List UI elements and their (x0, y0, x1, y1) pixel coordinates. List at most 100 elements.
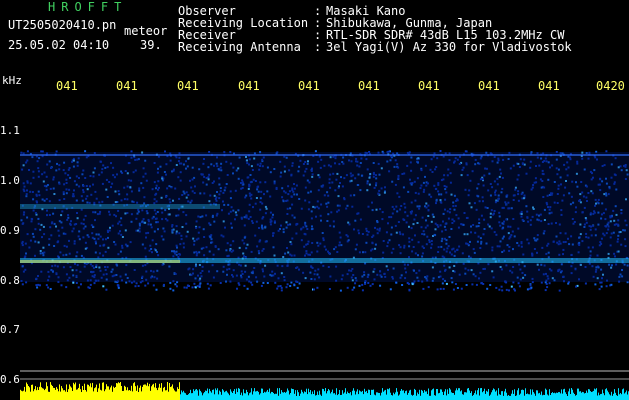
signal-level-bar (51, 384, 52, 400)
signal-level-bar (608, 392, 609, 400)
signal-level-bar (38, 390, 39, 400)
signal-level-bar (61, 386, 62, 400)
signal-level-bar (165, 390, 166, 400)
signal-level-bar (362, 390, 363, 400)
signal-level-bar (359, 390, 360, 400)
signal-level-bar (59, 384, 60, 400)
signal-level-bar (158, 387, 159, 400)
signal-level-bar (558, 392, 559, 400)
signal-level-bar (437, 389, 438, 400)
signal-level-bar (458, 388, 459, 400)
signal-level-bar (615, 392, 616, 400)
noise-speckle (411, 283, 414, 286)
signal-level-bar (344, 392, 345, 400)
signal-level-bar (496, 390, 497, 400)
signal-level-bar (89, 386, 90, 400)
signal-level-bar (284, 392, 285, 400)
signal-level-bar (506, 392, 507, 400)
signal-level-bar (373, 389, 374, 400)
signal-level-bar (307, 394, 308, 400)
signal-level-bar (217, 388, 218, 400)
signal-level-bar (94, 388, 95, 400)
signal-level-bar (470, 393, 471, 400)
signal-level-bar (252, 394, 253, 400)
signal-level-bar (380, 395, 381, 400)
signal-level-bar (292, 389, 293, 400)
signal-level-bar (505, 388, 506, 400)
noise-speckle (280, 289, 283, 292)
signal-level-bar (626, 390, 627, 400)
signal-level-bar (317, 391, 318, 400)
signal-level-bar (335, 394, 336, 400)
signal-level-bar (431, 390, 432, 400)
signal-level-bar (269, 388, 270, 400)
signal-level-bar (323, 389, 324, 400)
noise-speckle (117, 286, 120, 289)
noise-speckle (364, 282, 367, 285)
signal-level-bar (275, 393, 276, 400)
signal-level-bar (192, 393, 193, 400)
signal-level-bar (160, 387, 161, 400)
signal-level-bar (203, 393, 204, 400)
signal-level-bar (283, 392, 284, 400)
signal-level-bar (82, 386, 83, 400)
signal-level-bar (247, 392, 248, 400)
signal-level-bar (499, 394, 500, 400)
signal-level-bar (564, 388, 565, 400)
signal-level-bar (402, 390, 403, 400)
signal-level-bar (476, 394, 477, 400)
noise-speckle (251, 283, 254, 286)
signal-level-bar (549, 389, 550, 400)
signal-level-bar (289, 394, 290, 400)
signal-level-bar (118, 382, 119, 400)
signal-level-bar (388, 389, 389, 400)
signal-level-bar (321, 395, 322, 400)
time-tick-label: 041 (418, 79, 440, 93)
noise-speckle (243, 284, 246, 287)
noise-speckle (442, 287, 445, 290)
signal-level-bar (93, 391, 94, 400)
signal-level-bar (611, 391, 612, 400)
signal-level-bar (179, 382, 180, 400)
signal-level-bar (65, 391, 66, 400)
noise-speckle (427, 286, 430, 289)
signal-level-bar (78, 387, 79, 400)
signal-level-bar (276, 393, 277, 400)
signal-level-bar (464, 392, 465, 400)
noise-speckle (313, 288, 315, 291)
signal-level-bar (270, 393, 271, 400)
noise-speckle (77, 286, 80, 289)
signal-level-bar (345, 388, 346, 400)
signal-level-bar (444, 391, 445, 400)
noise-speckle (495, 286, 498, 289)
signal-level-bar (482, 392, 483, 400)
noise-speckle (39, 284, 41, 287)
noise-speckle (500, 285, 503, 288)
signal-level-bar (268, 391, 269, 400)
signal-level-bar (613, 393, 614, 400)
signal-level-bar (509, 395, 510, 400)
noise-speckle (454, 283, 457, 285)
signal-level-bar (208, 393, 209, 400)
signal-level-bar (183, 390, 184, 400)
noise-speckle (117, 284, 120, 287)
signal-level-bar (420, 395, 421, 400)
signal-level-bar (474, 393, 475, 400)
signal-level-bar (419, 389, 420, 400)
signal-level-bar (112, 391, 113, 400)
signal-level-bar (171, 386, 172, 400)
signal-level-bar (588, 389, 589, 400)
noise-speckle (21, 283, 24, 286)
noise-speckle (266, 282, 269, 284)
noise-speckle (183, 286, 186, 289)
signal-level-bar (255, 391, 256, 400)
signal-level-bar (68, 389, 69, 400)
signal-level-bar (148, 386, 149, 400)
signal-level-bar (500, 394, 501, 400)
signal-level-bar (546, 389, 547, 400)
signal-level-bar (119, 383, 120, 400)
noise-speckle (193, 282, 196, 285)
signal-level-bar (26, 382, 27, 400)
signal-level-bar (285, 392, 286, 400)
noise-speckle (134, 285, 137, 288)
